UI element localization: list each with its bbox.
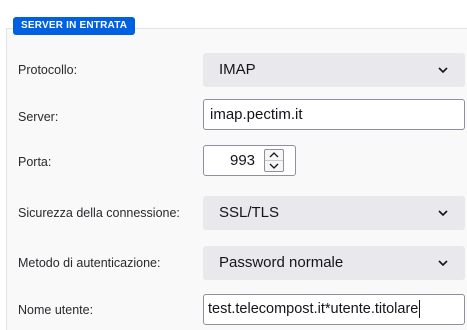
protocol-value: IMAP bbox=[219, 61, 256, 78]
chevron-down-icon bbox=[438, 67, 448, 74]
port-decrement-button[interactable] bbox=[265, 161, 283, 171]
port-increment-button[interactable] bbox=[265, 150, 283, 161]
port-spinner[interactable] bbox=[264, 149, 284, 172]
auth-value: Password normale bbox=[219, 254, 344, 271]
protocol-select[interactable]: IMAP bbox=[203, 53, 465, 87]
security-label: Sicurezza della connessione: bbox=[18, 206, 180, 220]
auth-label: Metodo di autenticazione: bbox=[18, 256, 161, 270]
chevron-up-icon bbox=[269, 152, 279, 158]
port-input[interactable]: 993 bbox=[203, 145, 296, 176]
username-value: test.telecompost.it*utente.titolare bbox=[208, 301, 419, 317]
port-value: 993 bbox=[230, 152, 256, 169]
chevron-down-icon bbox=[438, 210, 448, 217]
text-caret bbox=[419, 300, 421, 319]
chevron-down-icon bbox=[269, 163, 279, 169]
section-title-badge: SERVER IN ENTRATA bbox=[13, 17, 136, 35]
server-input[interactable]: imap.pectim.it bbox=[203, 99, 465, 130]
username-input[interactable]: test.telecompost.it*utente.titolare bbox=[203, 294, 465, 325]
security-select[interactable]: SSL/TLS bbox=[203, 196, 465, 230]
username-label: Nome utente: bbox=[18, 303, 94, 317]
port-label: Porta: bbox=[18, 155, 52, 169]
auth-select[interactable]: Password normale bbox=[203, 246, 465, 280]
server-label: Server: bbox=[18, 110, 59, 124]
security-value: SSL/TLS bbox=[219, 204, 280, 221]
chevron-down-icon bbox=[438, 260, 448, 267]
protocol-label: Protocollo: bbox=[18, 63, 78, 77]
